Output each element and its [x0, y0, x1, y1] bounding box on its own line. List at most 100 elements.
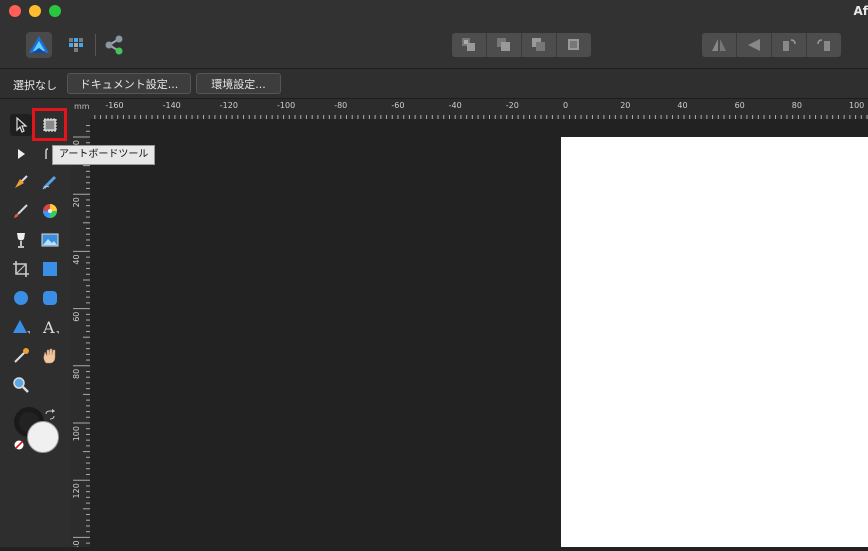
move-back-one-icon — [497, 38, 510, 51]
transform-button-group — [702, 33, 841, 57]
pixel-persona-button[interactable] — [63, 32, 89, 58]
designer-persona-icon — [29, 36, 49, 53]
eyedropper-icon — [14, 348, 29, 363]
main-toolbar — [0, 22, 868, 69]
pencil-icon — [42, 175, 57, 190]
ruler-label: 80 — [72, 369, 81, 379]
ruler-label: 40 — [677, 101, 687, 110]
move-forward-one-button[interactable] — [522, 33, 557, 57]
place-image-tool[interactable] — [39, 229, 61, 251]
ruler-label: 20 — [620, 101, 630, 110]
crop-tool[interactable] — [10, 258, 32, 280]
zoom-window-button[interactable] — [49, 5, 61, 17]
ruler-label: -100 — [277, 101, 295, 110]
brush-icon — [14, 204, 28, 218]
vector-brush-tool[interactable] — [10, 200, 32, 222]
ruler-label: 60 — [735, 101, 745, 110]
flip-horizontal-button[interactable] — [702, 33, 737, 57]
ruler-label: -40 — [449, 101, 462, 110]
no-color-icon[interactable] — [14, 440, 24, 450]
designer-persona-button[interactable] — [26, 32, 52, 58]
minimize-window-button[interactable] — [29, 5, 41, 17]
ruler-label: 100 — [849, 101, 864, 110]
tools-panel: A — [0, 99, 71, 547]
artistic-text-tool[interactable]: A — [39, 316, 61, 338]
window-title: Af — [853, 4, 868, 18]
ruler-label: 120 — [72, 483, 81, 498]
rectangle-tool[interactable] — [39, 258, 61, 280]
ruler-unit-label: mm — [74, 102, 90, 111]
pen-icon — [15, 175, 28, 188]
move-arrow-icon — [16, 117, 28, 133]
horizontal-ruler[interactable]: -160 -140 -120 -100 -80 -60 -40 -20 0 20 40 60 80 100 — [90, 99, 868, 119]
selection-status-label: 選択なし — [13, 79, 57, 92]
ruler-label: -160 — [105, 101, 123, 110]
rotate-left-button[interactable] — [772, 33, 807, 57]
node-tool[interactable] — [10, 143, 32, 165]
fill-color-swatch[interactable] — [27, 421, 59, 453]
ellipse-tool[interactable] — [10, 287, 32, 309]
toolbar-separator — [95, 34, 96, 56]
ruler-corner: mm — [70, 99, 90, 119]
swap-colors-icon[interactable] — [44, 409, 56, 421]
pixel-persona-icon — [69, 38, 83, 52]
zoom-tool[interactable] — [10, 374, 32, 396]
vertical-ruler-ticks: 020406080100120140 — [72, 125, 90, 551]
ruler-label: -60 — [391, 101, 404, 110]
ruler-label: 20 — [72, 197, 81, 207]
ruler-label: 60 — [72, 312, 81, 322]
move-to-back-icon — [462, 38, 475, 51]
view-tool[interactable] — [39, 345, 61, 367]
rotate-right-icon — [817, 39, 830, 51]
hand-icon — [43, 348, 56, 364]
ellipse-icon — [14, 291, 28, 305]
artboard-tool-tooltip: アートボードツール — [52, 145, 156, 165]
crop-icon — [13, 261, 29, 277]
wine-glass-icon — [17, 233, 25, 248]
document-setup-button[interactable]: ドキュメント設定... — [67, 73, 191, 94]
artboard-tool-highlight — [32, 108, 67, 141]
move-to-front-button[interactable] — [557, 33, 591, 57]
ruler-label: 140 — [72, 540, 81, 547]
flip-vertical-icon — [748, 39, 760, 51]
fill-tool[interactable] — [39, 200, 61, 222]
rectangle-icon — [43, 262, 57, 276]
ruler-label: -140 — [163, 101, 181, 110]
artboard[interactable] — [561, 137, 868, 547]
close-window-button[interactable] — [9, 5, 21, 17]
horizontal-ruler-ticks: -160 -140 -120 -100 -80 -60 -40 -20 0 20 40 60 80 100 — [94, 101, 868, 119]
transparency-tool[interactable] — [10, 229, 32, 251]
move-back-one-button[interactable] — [487, 33, 522, 57]
move-forward-one-icon — [532, 38, 545, 51]
flip-horizontal-icon — [712, 39, 726, 51]
export-persona-button[interactable] — [101, 32, 127, 58]
ruler-label: -120 — [220, 101, 238, 110]
ruler-label: 100 — [72, 426, 81, 441]
color-wheel-icon — [43, 204, 57, 218]
move-to-front-icon — [568, 39, 579, 50]
node-arrow-icon — [18, 149, 25, 159]
ruler-label: 40 — [72, 254, 81, 264]
preferences-button[interactable]: 環境設定... — [196, 73, 281, 94]
arrange-button-group — [452, 33, 591, 57]
vertical-ruler[interactable]: 020406080100120140 — [70, 119, 90, 551]
color-picker-tool[interactable] — [10, 345, 32, 367]
triangle-tool[interactable] — [10, 316, 32, 338]
triangle-icon — [13, 320, 30, 334]
ruler-label: -80 — [334, 101, 347, 110]
flip-vertical-button[interactable] — [737, 33, 772, 57]
context-toolbar: 選択なし ドキュメント設定... 環境設定... — [0, 69, 868, 99]
ruler-label: 80 — [792, 101, 802, 110]
rotate-right-button[interactable] — [807, 33, 841, 57]
ruler-label: 0 — [563, 101, 568, 110]
move-tool[interactable] — [10, 114, 32, 136]
text-icon: A — [42, 318, 59, 336]
ruler-label: -20 — [506, 101, 519, 110]
pencil-tool[interactable] — [39, 171, 61, 193]
svg-text:A: A — [42, 318, 55, 336]
rounded-rectangle-tool[interactable] — [39, 287, 61, 309]
move-to-back-button[interactable] — [452, 33, 487, 57]
rounded-rectangle-icon — [43, 291, 57, 305]
rotate-left-icon — [783, 39, 796, 51]
pen-tool[interactable] — [10, 171, 32, 193]
